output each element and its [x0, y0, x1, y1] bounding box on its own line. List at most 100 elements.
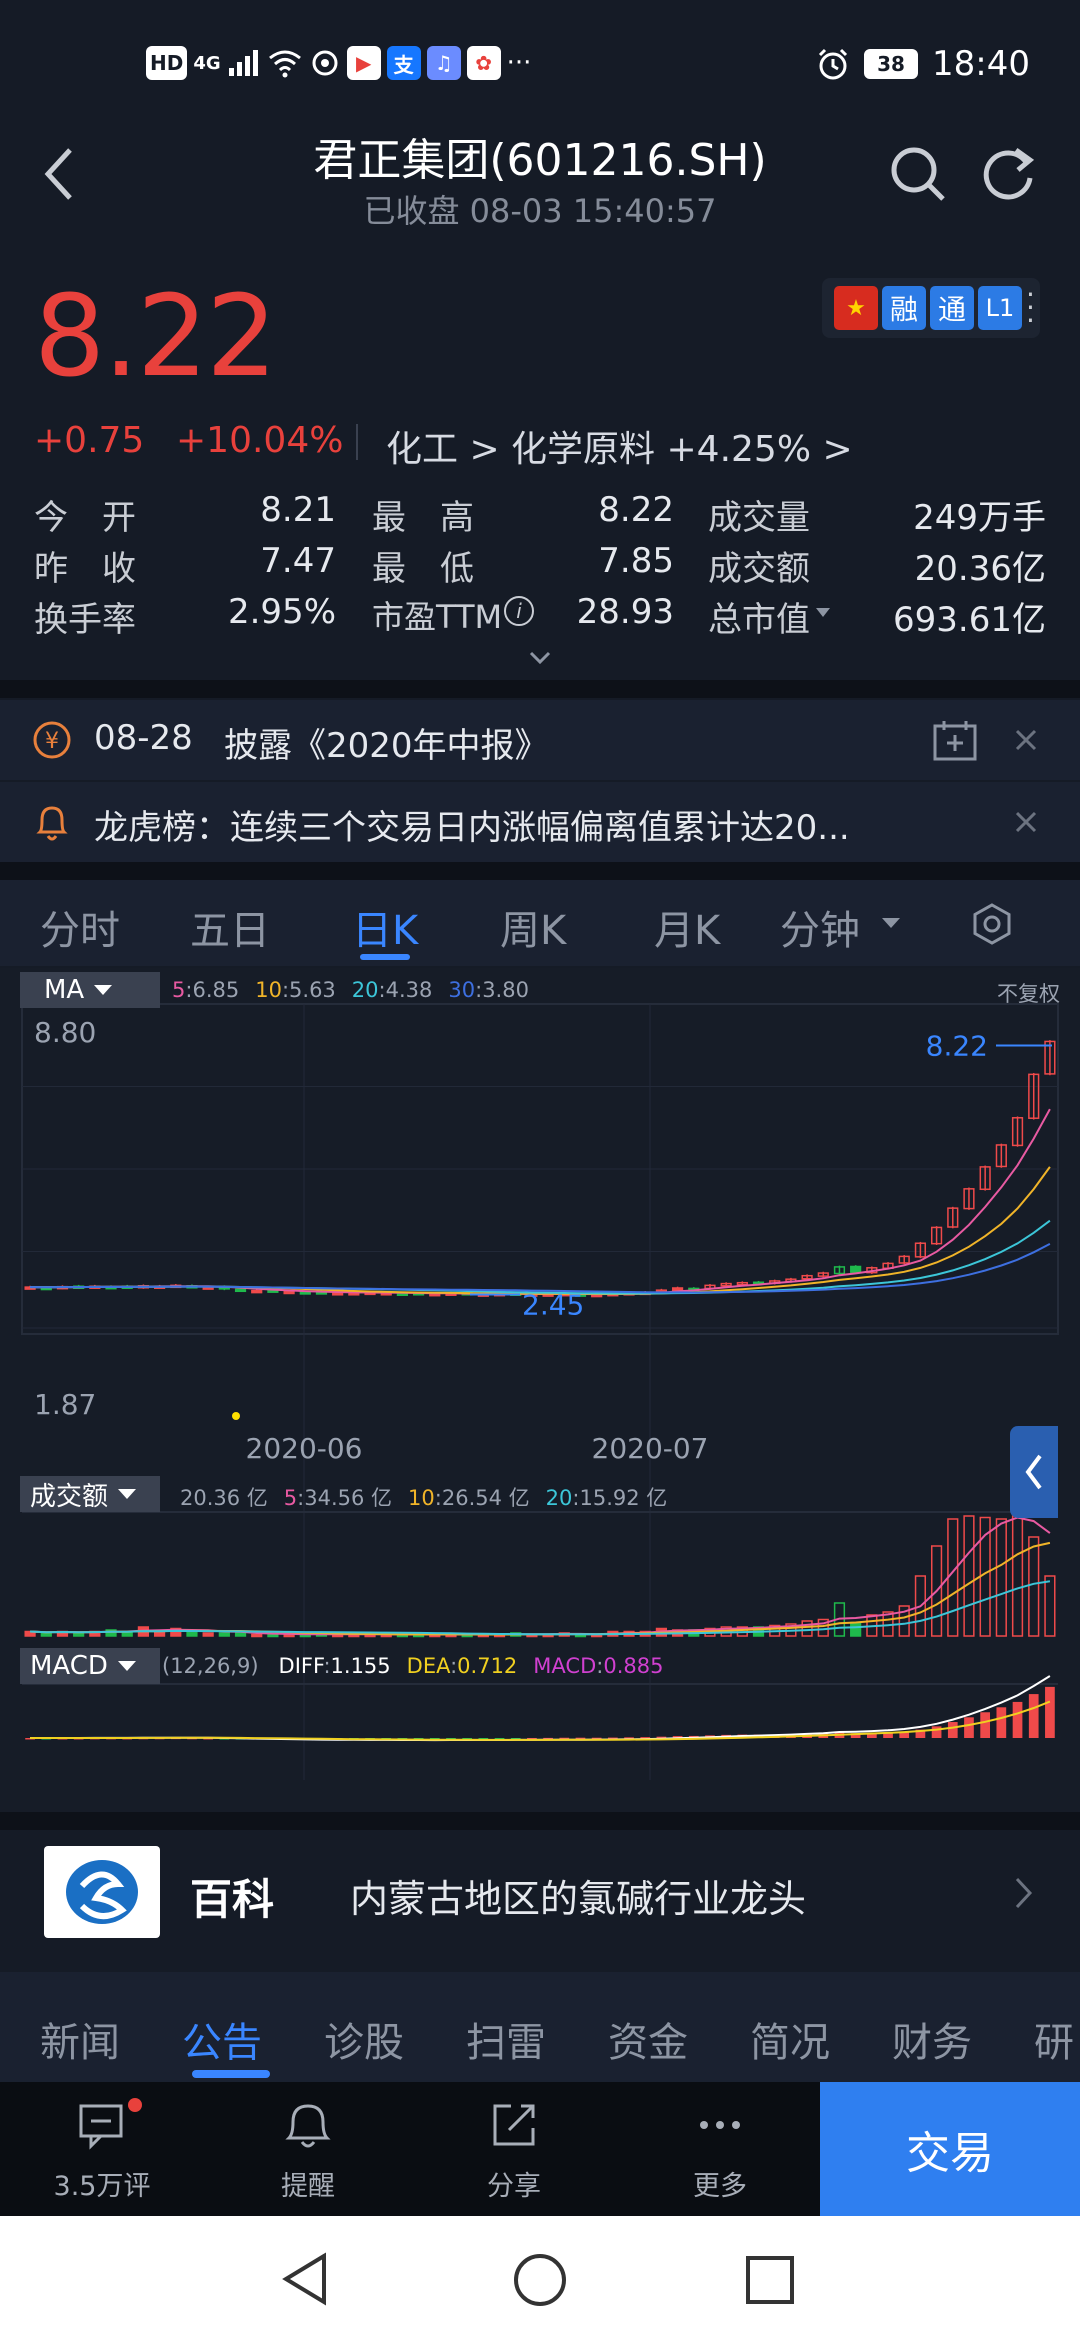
- legend-item: 10:5.63: [255, 978, 336, 1002]
- tab-announcements[interactable]: 公告: [182, 2010, 262, 2068]
- chart-settings-icon[interactable]: [970, 902, 1014, 946]
- music-app-icon: ♫: [426, 46, 461, 80]
- adjust-mode[interactable]: 不复权: [997, 978, 1060, 1008]
- macd-legend: (12,26,9) DIFF:1.155 DEA:0.712 MACD:0.885: [162, 1654, 679, 1678]
- legend-item: 5:34.56 亿: [283, 1486, 393, 1510]
- legend-item: MACD:0.885: [533, 1654, 664, 1678]
- stats-row-3: 换手率 2.95% 市盈TTM i 28.93 总市值 693.61亿: [34, 592, 1046, 642]
- legend-item: 20:15.92 亿: [545, 1486, 668, 1510]
- legend-name: 30: [448, 978, 476, 1002]
- volume-bar: [1011, 1515, 1024, 1637]
- tab-weekly-k[interactable]: 周K: [500, 898, 566, 956]
- more-badges-icon[interactable]: · · ·: [1026, 281, 1035, 335]
- expand-chevron-icon[interactable]: [528, 650, 552, 666]
- tab-minute[interactable]: 分钟: [780, 898, 860, 956]
- baike-card[interactable]: 百科 内蒙古地区的氯碱行业龙头: [0, 1830, 1080, 1954]
- tab-five-day[interactable]: 五日: [190, 898, 270, 956]
- volume-indicator-selector[interactable]: 成交额: [20, 1476, 160, 1512]
- status-icons: HD 4G ▶ 支 ♫ ✿ ···: [146, 46, 531, 80]
- tab-news[interactable]: 新闻: [40, 2010, 120, 2068]
- pe-ttm-value: 28.93: [576, 592, 674, 632]
- signal-icon: [228, 50, 258, 76]
- pe-ttm-label: 市盈TTM: [372, 598, 503, 636]
- legend-name: 5: [172, 978, 186, 1002]
- volume-bar: [234, 1632, 247, 1637]
- low-value: 7.85: [598, 541, 674, 581]
- add-calendar-icon[interactable]: [932, 718, 978, 762]
- caret-down-icon[interactable]: [816, 608, 830, 617]
- volume-bar: [801, 1620, 813, 1637]
- bell-icon: [285, 2104, 331, 2148]
- tab-daily-k[interactable]: 日K: [352, 898, 418, 956]
- tab-monthly-k[interactable]: 月K: [654, 898, 720, 956]
- volume-bar: [850, 1621, 862, 1637]
- section-divider: [0, 680, 1080, 698]
- tab-research[interactable]: 研: [1034, 2010, 1074, 2068]
- stats-row-2: 昨 收 7.47 最 低 7.85 成交额 20.36亿: [34, 541, 1046, 591]
- candle-body: [299, 1291, 311, 1295]
- close-icon[interactable]: [1014, 810, 1038, 834]
- tab-risk-scan[interactable]: 扫雷: [466, 2010, 546, 2068]
- ma-legend: 5:6.85 10:5.63 20:4.38 30:3.80: [172, 978, 545, 1002]
- more-button[interactable]: 更多: [650, 2082, 790, 2216]
- macd-bar: [931, 1726, 942, 1738]
- nav-back-icon[interactable]: [280, 2252, 330, 2306]
- legend-value: 1.155: [330, 1654, 391, 1678]
- candle-body: [850, 1265, 862, 1273]
- tab-financials[interactable]: 财务: [892, 2010, 972, 2068]
- divider: [356, 424, 358, 460]
- volume-bar: [947, 1518, 959, 1637]
- china-flag-icon: ★: [834, 286, 878, 330]
- minute-dropdown-icon[interactable]: [882, 918, 900, 928]
- info-icon[interactable]: i: [504, 596, 534, 626]
- section-divider: [0, 1812, 1080, 1830]
- report-notice[interactable]: ¥ 08-28 披露《2020年中报》: [0, 700, 1080, 780]
- collapse-panel-button[interactable]: [1010, 1426, 1058, 1518]
- candle-body: [251, 1289, 263, 1294]
- close-icon[interactable]: [1014, 728, 1038, 752]
- ma-indicator-selector[interactable]: MA: [20, 972, 160, 1008]
- remind-button[interactable]: 提醒: [238, 2082, 378, 2216]
- chevron-right-icon: [1015, 1877, 1033, 1909]
- open-label: 今 开: [34, 498, 136, 538]
- kline-chart[interactable]: 8.80 1.87 2020-06 2020-07 8.22 2.45 MA 5:6.85…: [0, 968, 1080, 1818]
- company-logo: [44, 1846, 160, 1938]
- active-tab-indicator: [192, 2070, 270, 2078]
- baike-text: 内蒙古地区的氯碱行业龙头: [350, 1877, 807, 1921]
- baike-title: 百科: [190, 1875, 275, 1924]
- tab-capital-flow[interactable]: 资金: [608, 2010, 688, 2068]
- nav-recents-icon[interactable]: [744, 2254, 796, 2306]
- candle-body: [283, 1290, 295, 1295]
- macd-bar: [980, 1712, 991, 1738]
- macd-indicator-selector[interactable]: MACD: [20, 1648, 160, 1684]
- legend-value: 4.38: [385, 978, 433, 1002]
- refresh-icon[interactable]: [978, 144, 1038, 204]
- comments-button[interactable]: 3.5万评: [32, 2082, 172, 2216]
- tab-profile[interactable]: 简况: [750, 2010, 830, 2068]
- comment-icon: [79, 2104, 123, 2150]
- search-icon[interactable]: [888, 144, 948, 204]
- legend-item: DEA:0.712: [406, 1654, 518, 1678]
- x-tick-label: 2020-07: [592, 1432, 709, 1465]
- video-app-icon: ▶: [346, 46, 381, 80]
- volume-bar: [267, 1633, 279, 1638]
- tab-diagnosis[interactable]: 诊股: [324, 2010, 404, 2068]
- volume-bar: [186, 1630, 198, 1637]
- macd-bar: [1012, 1701, 1023, 1738]
- ma-chip-label: MA: [44, 975, 85, 1005]
- share-button[interactable]: 分享: [444, 2082, 584, 2216]
- macd-dea-line: [30, 1700, 1051, 1741]
- legend-name: 10: [408, 1486, 435, 1510]
- dragon-tiger-notice[interactable]: 龙虎榜：连续三个交易日内涨幅偏离值累计达20...: [0, 782, 1080, 862]
- market-cap-label[interactable]: 总市值: [708, 592, 810, 641]
- clock: 18:40: [932, 44, 1030, 84]
- macd-bar: [996, 1707, 1007, 1738]
- volume-bar: [963, 1515, 975, 1637]
- margin-badge: 融: [882, 286, 926, 330]
- nav-home-icon[interactable]: [512, 2252, 568, 2308]
- legend-item: 5:6.85: [172, 978, 240, 1002]
- volume-bar: [73, 1632, 85, 1637]
- trade-button[interactable]: 交易: [820, 2082, 1080, 2216]
- tab-intraday[interactable]: 分时: [40, 898, 120, 956]
- industry-link[interactable]: 化工 > 化学原料 +4.25% >: [386, 420, 853, 472]
